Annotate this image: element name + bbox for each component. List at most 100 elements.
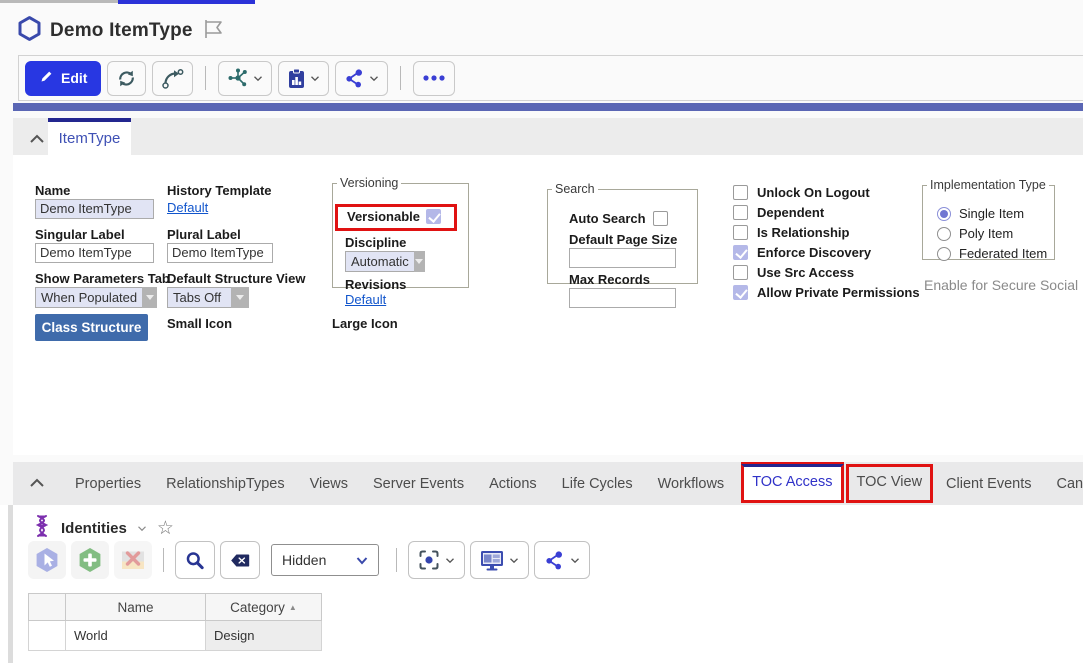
edit-button[interactable]: Edit xyxy=(25,61,101,96)
allow-private-permissions-checkbox[interactable] xyxy=(733,285,748,300)
pencil-icon xyxy=(39,69,54,87)
implementation-type-group: Implementation Type Single Item Poly Ite… xyxy=(922,178,1055,260)
grid-cell-category[interactable]: Design xyxy=(206,621,322,651)
single-item-radio[interactable] xyxy=(937,207,951,221)
unlock-on-logout-checkbox[interactable] xyxy=(733,185,748,200)
tab-properties[interactable]: Properties xyxy=(67,466,149,502)
grid-header-name[interactable]: Name xyxy=(66,594,206,621)
share-icon xyxy=(544,550,565,571)
tab-actions[interactable]: Actions xyxy=(481,466,545,502)
identities-panel: Identities ☆ xyxy=(0,505,1083,663)
search-button[interactable] xyxy=(175,541,215,579)
versioning-legend: Versioning xyxy=(337,176,401,190)
more-actions-button[interactable] xyxy=(413,61,455,96)
column-label: Name xyxy=(117,600,153,615)
plural-label-field[interactable]: Demo ItemType xyxy=(167,243,273,263)
default-structure-view-select[interactable]: Tabs Off xyxy=(167,287,249,308)
reports-button[interactable] xyxy=(278,61,329,96)
dependent-checkbox[interactable] xyxy=(733,205,748,220)
tab-views[interactable]: Views xyxy=(302,466,356,502)
item-header: Demo ItemType xyxy=(18,16,224,46)
tab-itemtype[interactable]: ItemType xyxy=(48,118,131,155)
singular-label-field[interactable]: Demo ItemType xyxy=(35,243,154,263)
share-button[interactable] xyxy=(335,61,388,96)
sort-asc-icon: ▲ xyxy=(289,603,297,612)
history-template-label: History Template xyxy=(167,183,272,198)
tab-workflows[interactable]: Workflows xyxy=(650,466,733,502)
is-relationship-checkbox[interactable] xyxy=(733,225,748,240)
radio-poly-item: Poly Item xyxy=(937,226,1013,241)
grid-header-category[interactable]: Category▲ xyxy=(206,594,322,621)
tab-server-events[interactable]: Server Events xyxy=(365,466,472,502)
saved-search-select[interactable]: Hidden xyxy=(271,544,379,576)
add-related-button[interactable] xyxy=(71,541,109,579)
ellipsis-icon xyxy=(422,74,446,82)
chevron-down-icon xyxy=(356,556,368,565)
option-use-src-access: Use Src Access xyxy=(733,265,854,280)
auto-search-checkbox[interactable] xyxy=(653,211,668,226)
default-page-size-field[interactable] xyxy=(569,248,676,268)
toolbar-separator xyxy=(396,548,397,572)
grid-row[interactable]: World Design xyxy=(29,621,322,651)
curved-arrow-icon xyxy=(161,68,184,89)
grid-cell-name[interactable]: World xyxy=(66,621,206,651)
delete-related-button[interactable] xyxy=(114,541,152,579)
default-structure-view-value: Tabs Off xyxy=(167,287,231,308)
federated-item-radio[interactable] xyxy=(937,247,951,261)
dropdown-arrow-icon[interactable] xyxy=(414,251,425,272)
splitter-handle[interactable] xyxy=(8,505,13,663)
name-field[interactable]: Demo ItemType xyxy=(35,199,154,219)
delete-row-icon xyxy=(119,546,147,574)
use-src-access-checkbox[interactable] xyxy=(733,265,748,280)
edit-button-label: Edit xyxy=(61,70,87,86)
tab-toc-view[interactable]: TOC View xyxy=(846,464,934,503)
grid-cell-rowselect[interactable] xyxy=(29,621,66,651)
option-label: Is Relationship xyxy=(757,225,849,240)
identities-header: Identities ☆ xyxy=(33,514,174,543)
focus-item-button[interactable] xyxy=(408,541,465,579)
poly-item-radio[interactable] xyxy=(937,227,951,241)
toolbar-separator xyxy=(205,66,206,90)
default-structure-view-label: Default Structure View xyxy=(167,271,305,286)
dropdown-arrow-icon[interactable] xyxy=(231,287,249,308)
tab-relationshiptypes[interactable]: RelationshipTypes xyxy=(158,466,293,502)
collapse-panel-icon[interactable] xyxy=(29,131,45,149)
max-records-field[interactable] xyxy=(569,288,676,308)
hub-icon xyxy=(227,67,249,89)
clipboard-chart-icon xyxy=(287,68,306,89)
option-label: Enforce Discovery xyxy=(757,245,871,260)
show-parameters-tab-select[interactable]: When Populated xyxy=(35,287,157,308)
option-label: Dependent xyxy=(757,205,824,220)
tab-toc-access[interactable]: TOC Access xyxy=(741,464,843,503)
toolbar-accent-bar xyxy=(13,103,1083,111)
dropdown-arrow-icon[interactable] xyxy=(142,287,157,308)
versionable-checkbox[interactable] xyxy=(426,209,441,224)
enforce-discovery-checkbox[interactable] xyxy=(733,245,748,260)
promote-button[interactable] xyxy=(152,61,193,96)
tab-client-events[interactable]: Client Events xyxy=(938,466,1039,502)
structure-browser-button[interactable] xyxy=(218,61,272,96)
flag-icon[interactable] xyxy=(202,18,224,45)
class-structure-button[interactable]: Class Structure xyxy=(35,314,148,341)
revisions-link[interactable]: Default xyxy=(345,292,386,307)
max-records-label: Max Records xyxy=(569,272,650,287)
discipline-select[interactable]: Automatic xyxy=(345,251,425,272)
browser-tab-line-active xyxy=(118,0,255,4)
history-template-link[interactable]: Default xyxy=(167,200,208,215)
layout-view-button[interactable] xyxy=(470,541,529,579)
clear-search-button[interactable] xyxy=(220,541,260,579)
share-grid-button[interactable] xyxy=(534,541,590,579)
default-page-size-label: Default Page Size xyxy=(569,232,677,247)
refresh-button[interactable] xyxy=(107,61,146,96)
chevron-down-icon[interactable] xyxy=(137,525,147,532)
chevron-down-icon xyxy=(253,75,263,82)
pick-related-button[interactable] xyxy=(28,541,66,579)
itemtype-tabstrip: ItemType xyxy=(13,118,1083,155)
saved-search-value: Hidden xyxy=(282,552,326,568)
tab-life-cycles[interactable]: Life Cycles xyxy=(554,466,641,502)
versioning-group: Versioning Versionable Discipline Automa… xyxy=(332,176,469,288)
favorite-star-icon[interactable]: ☆ xyxy=(157,519,174,538)
tab-can-add[interactable]: Can Add xyxy=(1048,466,1083,502)
collapse-panel-icon[interactable] xyxy=(29,475,45,493)
grid-header-rowselect[interactable] xyxy=(29,594,66,621)
